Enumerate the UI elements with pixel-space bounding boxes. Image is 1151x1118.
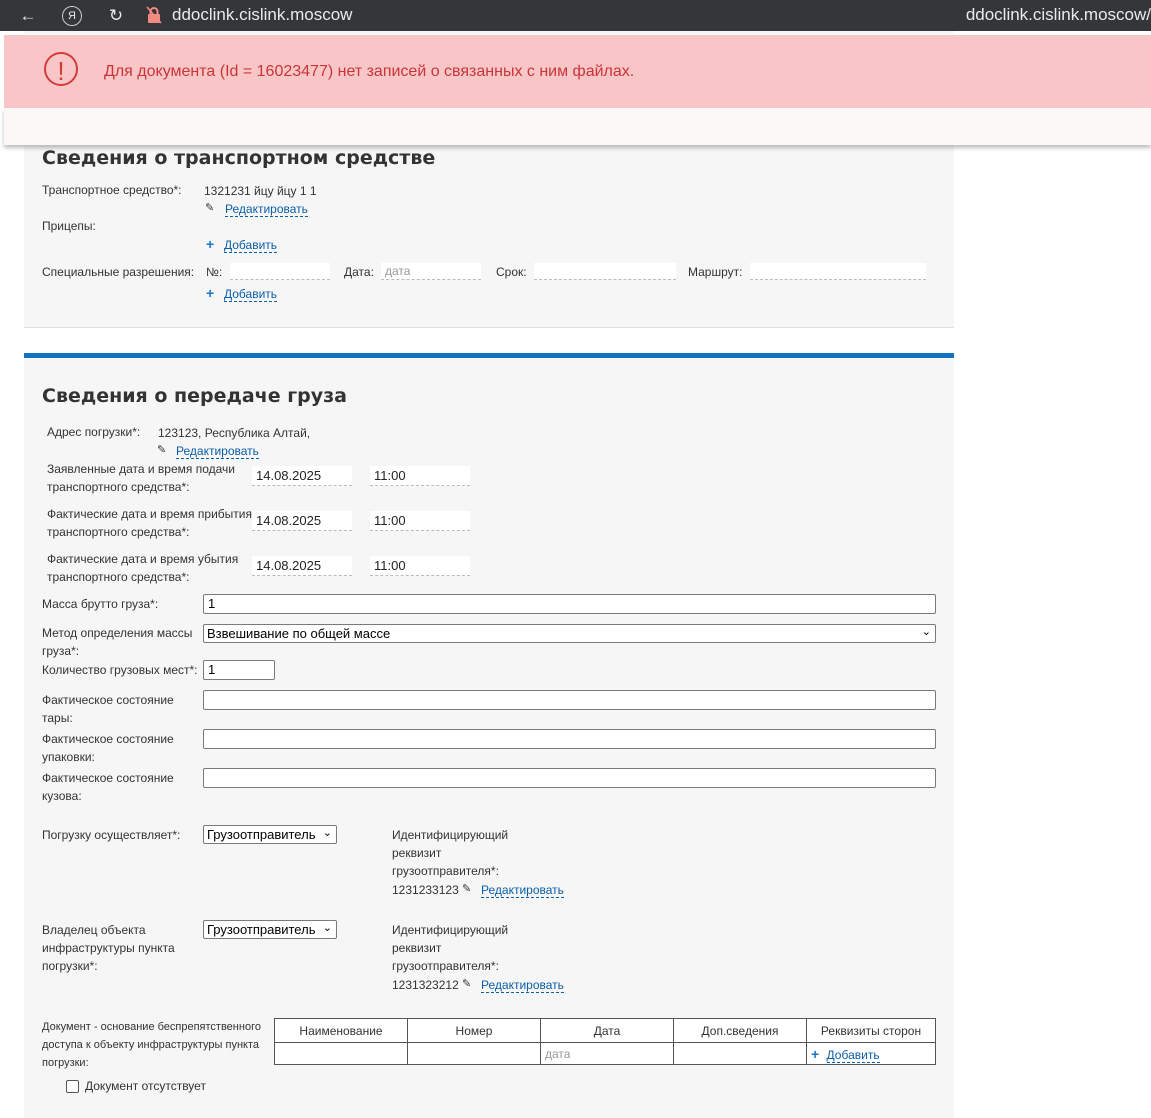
access-document-table: Наименование Номер Дата Доп.сведения Рек… <box>274 1018 936 1065</box>
document-absent-checkbox[interactable] <box>66 1080 79 1093</box>
departure-date-input[interactable]: 14.08.2025 <box>252 556 352 576</box>
doc-extra-cell[interactable] <box>673 1042 807 1065</box>
doc-parties-add-link[interactable]: Добавить <box>826 1047 880 1063</box>
doc-date-cell[interactable]: дата <box>540 1042 674 1065</box>
document-absent-label: Документ отсутствует <box>85 1079 206 1093</box>
doc-number-cell[interactable] <box>407 1042 541 1065</box>
column-header: Дата <box>540 1018 674 1043</box>
cargo-places-input[interactable]: 1 <box>203 660 275 680</box>
mass-method-select[interactable]: Взвешивание по общей массе ⌄ <box>203 624 936 643</box>
vehicle-label: Транспортное средство*: <box>42 183 182 197</box>
infrastructure-owner-value: Грузоотправитель <box>207 922 316 937</box>
permit-term-label: Срок: <box>496 265 527 279</box>
exclamation-circle-icon: ! <box>44 52 78 86</box>
pencil-icon: ✎ <box>462 978 472 990</box>
permits-label: Специальные разрешения: <box>42 265 195 279</box>
package-state-input[interactable] <box>203 729 936 749</box>
permit-date-input[interactable] <box>381 263 481 280</box>
departure-datetime-label: Фактические дата и время убытия транспор… <box>47 552 239 584</box>
trailers-label: Прицепы: <box>42 219 96 233</box>
column-header: Наименование <box>274 1018 408 1043</box>
plus-icon: + <box>206 285 215 301</box>
tare-state-input[interactable] <box>203 690 936 710</box>
alert-shadow-bar <box>4 108 1151 145</box>
address-value: 123123, Республика Алтай, <box>158 426 311 440</box>
page-content: Сведения о транспортном средстве Транспо… <box>0 31 1151 1118</box>
column-header: Реквизиты сторон <box>806 1018 936 1043</box>
browser-toolbar: ← Я ↻ ddoclink.cislink.moscow ddoclink.c… <box>0 0 1151 31</box>
column-header: Номер <box>407 1018 541 1043</box>
vehicle-value: 1321231 йцу йцу 1 1 <box>204 184 317 198</box>
departure-time-input[interactable]: 11:00 <box>370 556 470 576</box>
permit-route-label: Маршрут: <box>688 265 743 279</box>
table-row: дата + Добавить <box>274 1042 936 1065</box>
permit-number-label: №: <box>206 265 223 279</box>
owner-requisite-value: 1231323212 <box>392 978 459 992</box>
address-edit-link[interactable]: Редактировать <box>176 444 259 459</box>
doc-name-cell[interactable] <box>274 1042 408 1065</box>
gross-mass-label: Масса брутто груза*: <box>42 597 159 611</box>
error-alert: ! Для документа (Id = 16023477) нет запи… <box>4 35 1151 108</box>
gross-mass-input[interactable]: 1 <box>203 594 936 614</box>
arrival-time-input[interactable]: 11:00 <box>370 511 470 531</box>
page-title-url: ddoclink.cislink.moscow/ <box>965 5 1151 24</box>
body-state-label: Фактическое состояние кузова: <box>42 771 174 803</box>
loader-requisite-edit-link[interactable]: Редактировать <box>481 883 564 898</box>
back-arrow-icon[interactable]: ← <box>16 4 40 28</box>
error-alert-message: Для документа (Id = 16023477) нет записе… <box>104 63 635 80</box>
plus-icon: + <box>206 236 215 252</box>
insecure-lock-icon[interactable] <box>146 6 162 24</box>
infrastructure-owner-select[interactable]: Грузоотправитель ⌄ <box>203 920 337 939</box>
mass-method-value: Взвешивание по общей массе <box>207 626 391 641</box>
permits-add-link[interactable]: Добавить <box>224 287 278 302</box>
doc-parties-cell: + Добавить <box>806 1042 936 1065</box>
cargo-section-title: Сведения о передаче груза <box>42 385 347 407</box>
loader-requisite-value: 1231233123 <box>392 883 459 897</box>
chevron-down-icon: ⌄ <box>921 626 931 638</box>
yandex-icon[interactable]: Я <box>62 6 82 26</box>
pencil-icon: ✎ <box>205 202 215 214</box>
plus-icon: + <box>811 1045 820 1062</box>
vehicle-section-title: Сведения о транспортном средстве <box>42 147 436 169</box>
loader-select-value: Грузоотправитель <box>207 827 316 842</box>
permit-term-input[interactable] <box>534 263 676 280</box>
access-document-label: Документ - основание беспрепятственного … <box>42 1021 261 1069</box>
cargo-section: Сведения о передаче груза Адрес погрузки… <box>24 353 954 1118</box>
arrival-date-input[interactable]: 14.08.2025 <box>252 511 352 531</box>
declared-time-input[interactable]: 11:00 <box>370 466 470 486</box>
permit-date-label: Дата: <box>344 265 374 279</box>
table-header-row: Наименование Номер Дата Доп.сведения Рек… <box>274 1018 936 1043</box>
mass-method-label: Метод определения массы груза*: <box>42 626 193 658</box>
tare-state-label: Фактическое состояние тары: <box>42 693 174 725</box>
loader-select[interactable]: Грузоотправитель ⌄ <box>203 825 337 844</box>
chevron-down-icon: ⌄ <box>322 827 332 839</box>
address-label: Адрес погрузки*: <box>47 425 141 439</box>
permit-route-input[interactable] <box>750 263 926 280</box>
reload-icon[interactable]: ↻ <box>104 4 128 28</box>
chevron-down-icon: ⌄ <box>322 922 332 934</box>
pencil-icon: ✎ <box>462 883 472 895</box>
declared-datetime-label: Заявленные дата и время подачи транспорт… <box>47 462 235 494</box>
arrival-datetime-label: Фактические дата и время прибытия трансп… <box>47 507 252 539</box>
package-state-label: Фактическое состояние упаковки: <box>42 732 174 764</box>
infrastructure-owner-label: Владелец объекта инфраструктуры пункта п… <box>42 923 175 973</box>
address-bar-url[interactable]: ddoclink.cislink.moscow <box>172 5 352 25</box>
trailers-add-link[interactable]: Добавить <box>224 238 278 253</box>
owner-requisite-label: Идентифицирующий реквизит грузоотправите… <box>392 923 509 973</box>
cargo-places-label: Количество грузовых мест*: <box>42 663 198 677</box>
permit-number-input[interactable] <box>230 263 330 280</box>
owner-requisite-edit-link[interactable]: Редактировать <box>481 978 564 993</box>
declared-date-input[interactable]: 14.08.2025 <box>252 466 352 486</box>
loader-label: Погрузку осуществляет*: <box>42 828 181 842</box>
column-header: Доп.сведения <box>673 1018 807 1043</box>
loader-requisite-label: Идентифицирующий реквизит грузоотправите… <box>392 828 509 878</box>
body-state-input[interactable] <box>203 768 936 788</box>
vehicle-edit-link[interactable]: Редактировать <box>225 202 308 217</box>
pencil-icon: ✎ <box>157 444 167 456</box>
